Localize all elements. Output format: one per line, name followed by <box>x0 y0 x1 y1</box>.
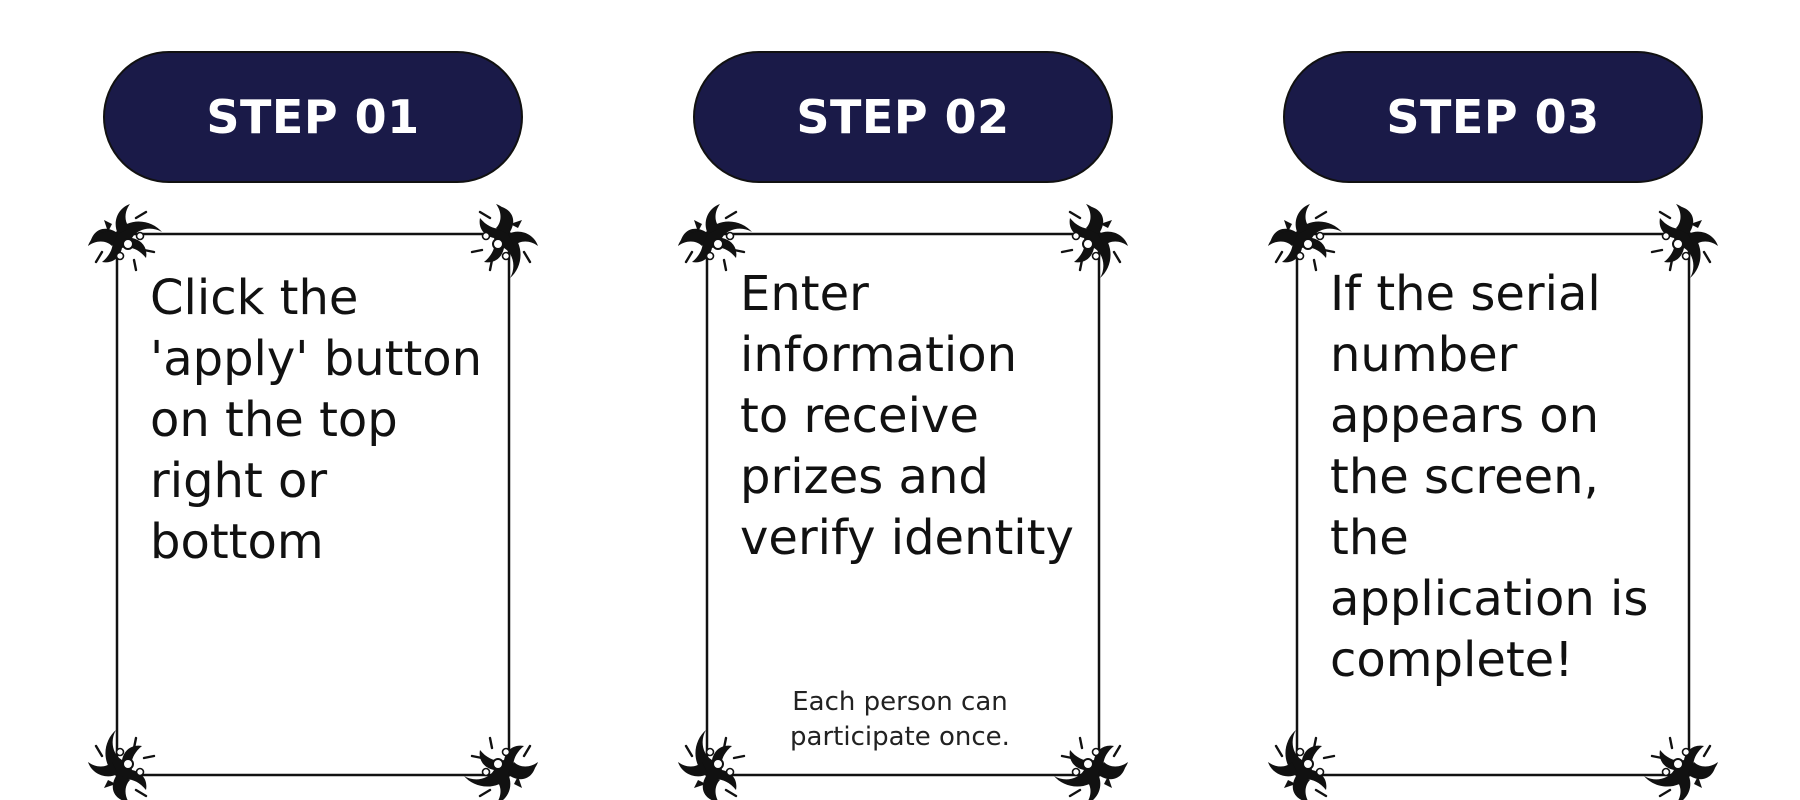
step-02-instruction: Enter information to receive prizes and … <box>740 266 1074 566</box>
corner-ornament-icon <box>470 204 538 278</box>
step-01-card: Click the 'apply' button on the top righ… <box>88 204 538 800</box>
corner-ornament-icon <box>1054 736 1128 800</box>
step-02-card: Enter information to receive prizes and … <box>678 204 1128 800</box>
corner-ornament-icon <box>678 730 746 800</box>
step-03: STEP 03 If the serial number appears on … <box>1268 0 1718 800</box>
step-02-note: Each person can participate once. <box>790 687 1010 752</box>
step-01: STEP 01 Click the 'apply' button on the … <box>88 0 538 800</box>
step-03-card: If the serial number appears on the scre… <box>1268 204 1718 800</box>
corner-ornament-icon <box>1644 736 1718 800</box>
corner-ornament-icon <box>88 204 162 272</box>
step-03-instruction: If the serial number appears on the scre… <box>1330 266 1649 688</box>
step-02-badge: STEP 02 <box>693 51 1113 183</box>
corner-ornament-icon <box>88 730 156 800</box>
step-01-badge: STEP 01 <box>103 51 523 183</box>
corner-ornament-icon <box>464 736 538 800</box>
corner-ornament-icon <box>1268 730 1336 800</box>
step-02: STEP 02 Enter information to receive pri… <box>678 0 1128 800</box>
step-03-badge: STEP 03 <box>1283 51 1703 183</box>
corner-ornament-icon <box>1268 204 1342 272</box>
corner-ornament-icon <box>678 204 752 272</box>
step-01-instruction: Click the 'apply' button on the top righ… <box>150 270 483 570</box>
